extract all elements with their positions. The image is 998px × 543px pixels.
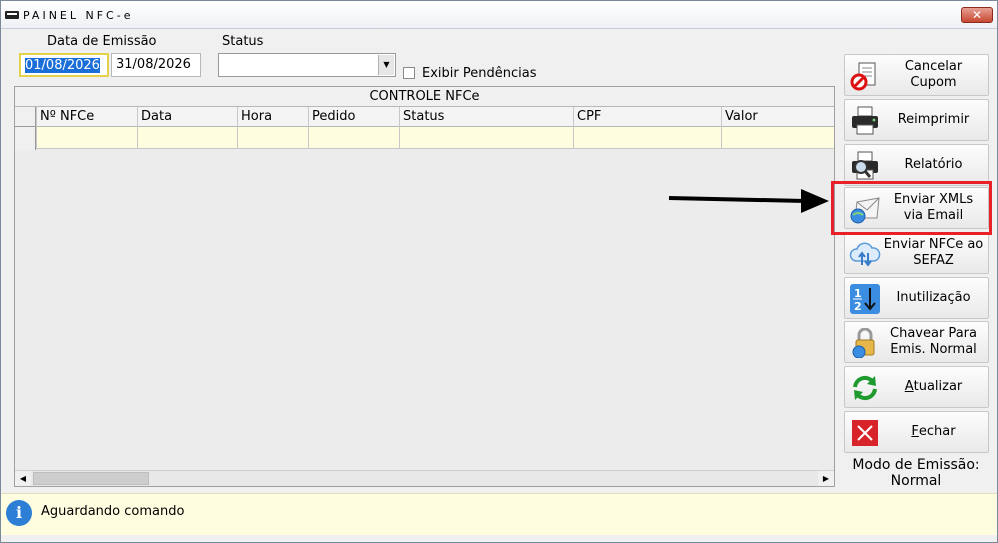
table-row[interactable]	[15, 127, 834, 149]
column-header-data[interactable]: Data	[137, 107, 237, 127]
printer-icon	[849, 106, 881, 136]
info-icon: i	[6, 500, 32, 526]
scrollbar-thumb[interactable]	[33, 472, 149, 485]
cancelar-cupom-button[interactable]: Cancelar Cupom	[844, 54, 989, 96]
chavear-emissao-button[interactable]: Chavear Para Emis. Normal	[844, 321, 989, 363]
emission-date-label: Data de Emissão	[47, 34, 157, 49]
atualizar-label: Atualizar	[904, 379, 963, 394]
inutilizacao-button[interactable]: 12 Inutilização	[844, 277, 989, 319]
lock-globe-icon	[849, 327, 881, 359]
table-cell[interactable]	[308, 127, 399, 149]
date-to-field[interactable]: 31/08/2026	[111, 53, 201, 77]
table-cell[interactable]	[573, 127, 721, 149]
fechar-label: Fechar	[911, 424, 956, 439]
title-bar[interactable]: PAINEL NFC-e ✕	[1, 1, 997, 29]
reimprimir-button[interactable]: Reimprimir	[844, 99, 989, 141]
close-x-icon	[849, 418, 881, 448]
relatorio-button[interactable]: Relatório	[844, 144, 989, 186]
column-header-numero[interactable]: Nº NFCe	[36, 107, 137, 127]
report-printer-icon	[849, 151, 881, 181]
chavear-label: Chavear Para Emis. Normal	[890, 326, 977, 357]
column-header-hora[interactable]: Hora	[237, 107, 308, 127]
scroll-left-icon[interactable]: ◀	[15, 471, 31, 486]
cancel-document-icon	[849, 61, 881, 91]
svg-text:2: 2	[854, 300, 862, 313]
nfce-grid[interactable]: CONTROLE NFCe Nº NFCe Data Hora Pedido S…	[14, 86, 835, 487]
emission-mode-value: Normal	[890, 473, 942, 489]
highlight-box	[831, 181, 992, 235]
status-label: Status	[222, 34, 264, 49]
chevron-down-icon[interactable]: ▼	[378, 55, 394, 75]
table-cell[interactable]	[237, 127, 308, 149]
horizontal-scrollbar[interactable]: ◀ ▶	[15, 470, 834, 486]
date-from-value: 01/08/2026	[25, 58, 100, 73]
column-header-status[interactable]: Status	[399, 107, 573, 127]
enviar-nfce-label: Enviar NFCe ao SEFAZ	[883, 237, 984, 268]
refresh-icon	[849, 373, 881, 403]
scroll-right-icon[interactable]: ▶	[818, 471, 834, 486]
grid-header: Nº NFCe Data Hora Pedido Status CPF Valo…	[15, 107, 834, 127]
table-cell[interactable]	[137, 127, 237, 149]
row-indicator-column	[15, 107, 36, 150]
column-header-cpf[interactable]: CPF	[573, 107, 721, 127]
window-title: PAINEL NFC-e	[23, 9, 134, 22]
table-cell[interactable]	[36, 127, 137, 149]
column-header-valor[interactable]: Valor	[721, 107, 834, 127]
status-bar: i Aguardando comando	[1, 493, 997, 535]
date-from-field[interactable]: 01/08/2026	[19, 53, 109, 77]
fechar-button[interactable]: Fechar	[844, 411, 989, 453]
column-header-pedido[interactable]: Pedido	[308, 107, 399, 127]
emission-mode: Modo de Emissão: Normal	[841, 457, 991, 489]
status-select[interactable]: ▼	[218, 53, 396, 77]
pending-checkbox[interactable]	[403, 67, 415, 79]
arrow-annotation	[668, 189, 829, 219]
reimprimir-label: Reimprimir	[897, 112, 970, 127]
grid-caption: CONTROLE NFCe	[15, 87, 834, 107]
svg-text:1: 1	[854, 287, 862, 300]
app-icon	[5, 11, 19, 19]
table-cell[interactable]	[399, 127, 573, 149]
cloud-upload-icon	[849, 239, 881, 269]
nfce-panel-window: PAINEL NFC-e ✕ Data de Emissão 01/08/202…	[0, 0, 998, 543]
relatorio-label: Relatório	[904, 157, 963, 172]
window-close-button[interactable]: ✕	[961, 7, 993, 23]
inutilizacao-label: Inutilização	[896, 290, 971, 305]
emission-mode-label: Modo de Emissão:	[852, 457, 980, 473]
enviar-nfce-sefaz-button[interactable]: Enviar NFCe ao SEFAZ	[844, 232, 989, 274]
pending-label: Exibir Pendências	[422, 66, 537, 81]
atualizar-button[interactable]: Atualizar	[844, 366, 989, 408]
cancelar-cupom-label: Cancelar Cupom	[904, 59, 963, 90]
table-cell[interactable]	[721, 127, 834, 149]
numbering-icon: 12	[849, 284, 881, 314]
status-message: Aguardando comando	[41, 504, 185, 519]
